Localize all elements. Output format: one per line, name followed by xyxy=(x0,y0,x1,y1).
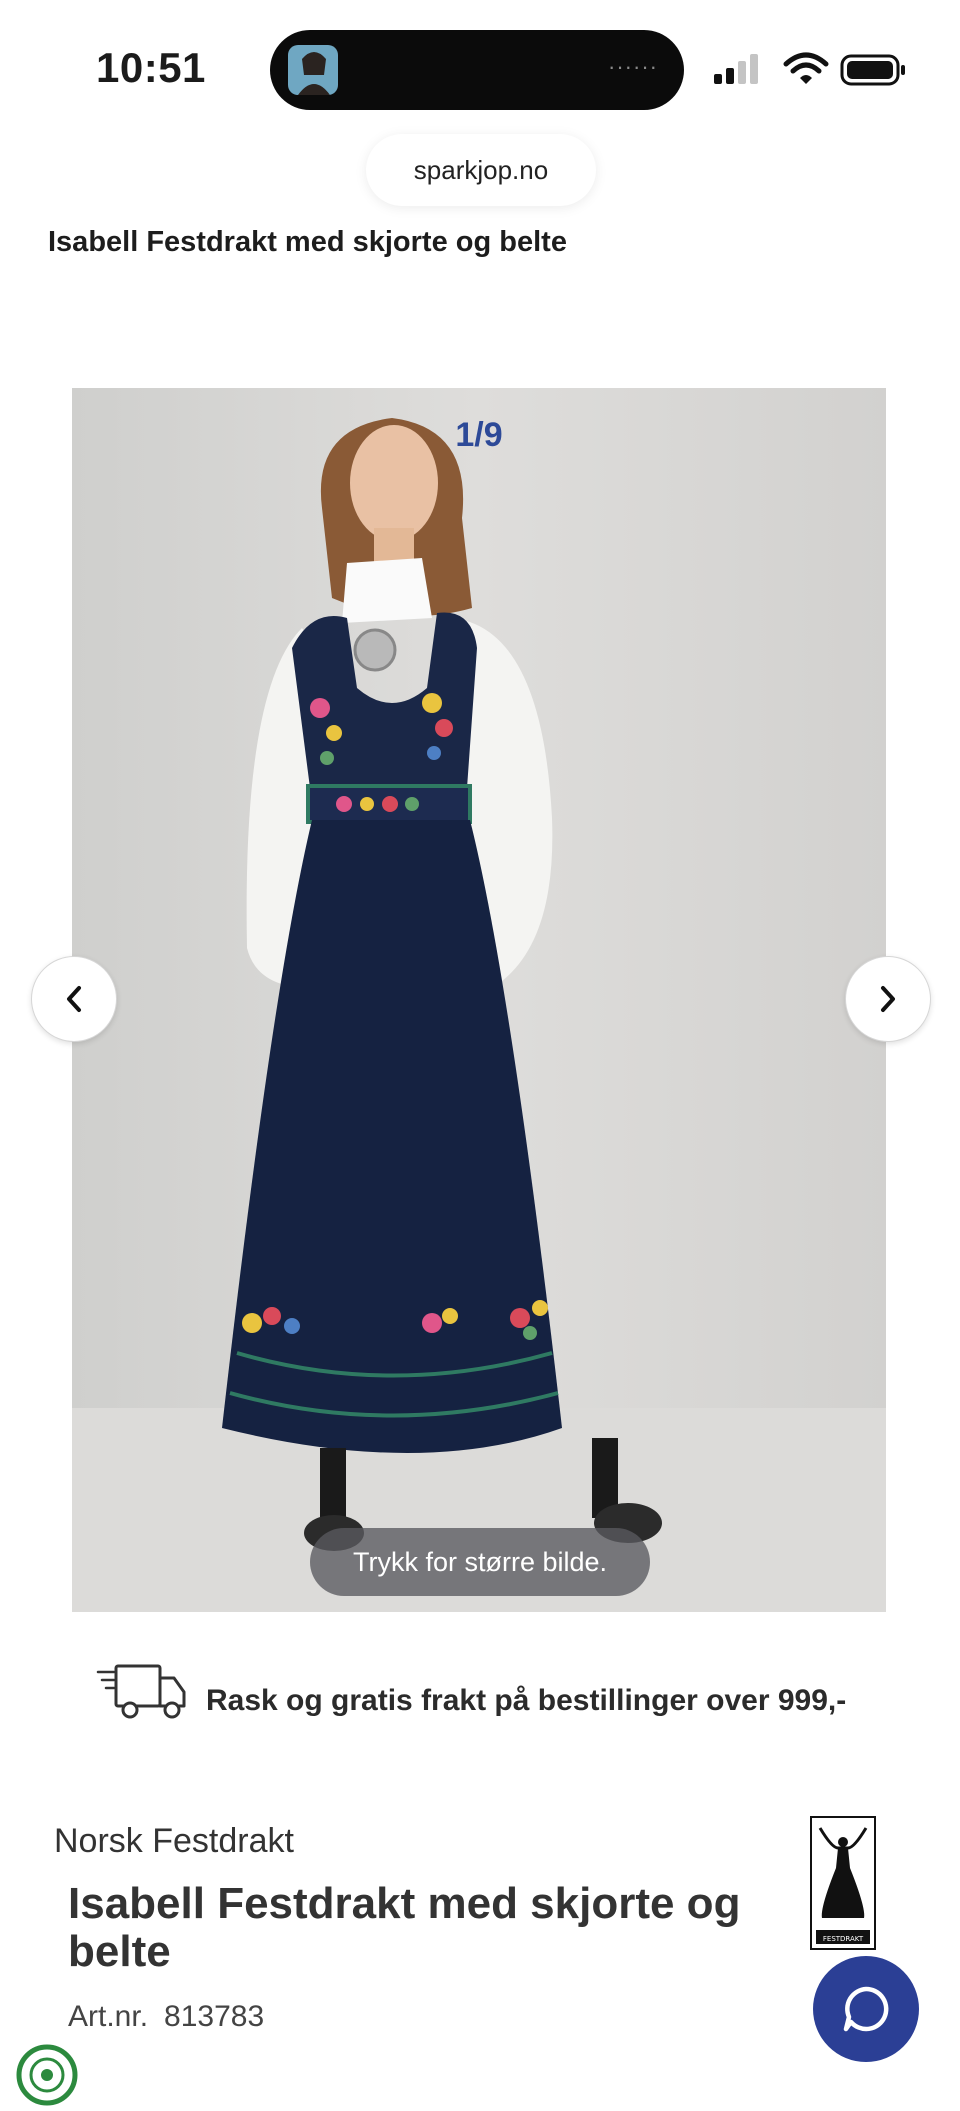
recycle-icon xyxy=(16,2044,78,2106)
island-dots: ······ xyxy=(608,54,658,79)
previous-image-button[interactable] xyxy=(31,956,117,1042)
image-counter: 1/9 xyxy=(455,416,503,454)
eco-badge[interactable] xyxy=(16,2044,78,2106)
chat-button[interactable] xyxy=(813,1956,919,2062)
product-image-gallery[interactable]: 1/9 Trykk for større bilde. xyxy=(72,388,886,1612)
delivery-truck-icon xyxy=(96,1664,186,1719)
shipping-text: Rask og gratis frakt på bestillinger ove… xyxy=(206,1684,847,1717)
chevron-left-icon xyxy=(67,986,81,1012)
status-icons xyxy=(712,50,912,90)
shipping-banner: Rask og gratis frakt på bestillinger ove… xyxy=(96,1662,876,1742)
dynamic-island: ······ xyxy=(270,30,684,110)
next-image-button[interactable] xyxy=(845,956,931,1042)
article-number: Art.nr. 813783 xyxy=(68,2000,264,2034)
product-image xyxy=(72,388,886,1612)
article-number-value: 813783 xyxy=(164,2000,265,2033)
brand-name[interactable]: Norsk Festdrakt xyxy=(54,1822,294,1861)
url-text: sparkjop.no xyxy=(413,154,549,185)
chevron-right-icon xyxy=(881,986,895,1012)
zoom-hint[interactable]: Trykk for større bilde. xyxy=(310,1528,650,1596)
article-number-label: Art.nr. xyxy=(68,2000,149,2033)
product-title: Isabell Festdrakt med skjorte og belte xyxy=(68,1879,741,1976)
url-bar[interactable]: sparkjop.no xyxy=(366,134,596,206)
island-thumbnail xyxy=(288,45,338,95)
status-time: 10:51 xyxy=(96,44,206,91)
header-title: Isabell Festdrakt med skjorte og belte xyxy=(48,226,567,258)
wifi-icon xyxy=(783,52,829,84)
brand-logo-text: FESTDRAKT xyxy=(823,1935,864,1943)
chat-bubble-icon xyxy=(843,1986,889,2032)
brand-logo[interactable]: FESTDRAKT xyxy=(810,1816,876,1950)
battery-icon xyxy=(840,54,905,86)
cellular-signal-icon xyxy=(714,54,758,84)
